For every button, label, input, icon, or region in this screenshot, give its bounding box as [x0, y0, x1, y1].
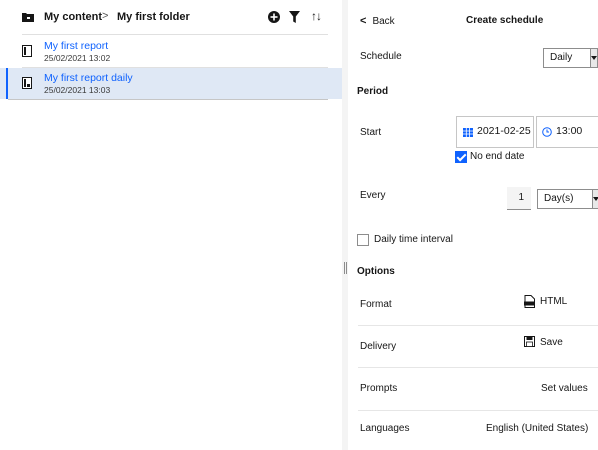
daily-interval-label: Daily time interval — [374, 234, 453, 245]
item-title[interactable]: My first report daily — [44, 72, 133, 84]
list-item-selected[interactable]: My first report daily 25/02/2021 13:03 — [0, 68, 342, 100]
filter-icon[interactable] — [289, 11, 300, 23]
breadcrumb: My content > My first folder ↑↓ — [0, 0, 342, 34]
period-heading: Period — [357, 86, 389, 97]
start-label: Start — [360, 127, 382, 138]
prompts-value[interactable]: Set values — [541, 383, 588, 394]
languages-label: Languages — [360, 423, 410, 434]
schedule-value: Daily — [550, 52, 573, 63]
html-file-icon — [524, 295, 535, 308]
every-number-input[interactable]: 1 — [507, 187, 531, 210]
schedule-panel: < Back Create schedule Schedule Daily Per… — [348, 0, 598, 450]
languages-value[interactable]: English (United States) — [486, 423, 588, 434]
no-end-date-checkbox[interactable] — [455, 151, 467, 163]
format-label: Format — [360, 299, 392, 310]
schedule-label: Schedule — [360, 51, 402, 62]
no-end-date-label: No end date — [470, 151, 525, 162]
format-value[interactable]: HTML — [540, 296, 567, 307]
daily-interval-checkbox[interactable] — [357, 234, 369, 246]
divider — [8, 99, 328, 100]
report-icon — [22, 45, 32, 57]
schedule-select[interactable]: Daily — [543, 48, 598, 68]
breadcrumb-root[interactable]: My content — [44, 11, 102, 23]
item-title[interactable]: My first report — [44, 40, 108, 52]
chevron-down-icon[interactable] — [592, 190, 598, 208]
prompts-label: Prompts — [360, 383, 398, 394]
item-date: 25/02/2021 13:02 — [44, 53, 111, 63]
every-label: Every — [360, 190, 386, 201]
calendar-icon — [463, 128, 473, 137]
chevron-left-icon: < — [360, 15, 367, 27]
start-date-field[interactable]: 2021-02-25 — [456, 116, 534, 148]
back-button[interactable]: < Back — [360, 15, 395, 27]
item-date: 25/02/2021 13:03 — [44, 85, 111, 95]
breadcrumb-current: My first folder — [117, 11, 190, 23]
divider — [22, 34, 328, 35]
splitter-grip-icon[interactable] — [344, 262, 345, 274]
delivery-label: Delivery — [360, 341, 397, 352]
every-unit-select[interactable]: Day(s) — [537, 189, 598, 209]
divider — [358, 367, 598, 368]
folder-icon — [22, 13, 34, 22]
breadcrumb-separator: > — [102, 10, 109, 22]
divider — [358, 410, 598, 411]
options-heading: Options — [357, 266, 395, 277]
start-time-value: 13:00 — [556, 125, 583, 137]
every-value: 1 — [518, 192, 524, 203]
content-pane: My content > My first folder ↑↓ My first… — [0, 0, 342, 450]
delivery-value[interactable]: Save — [540, 337, 563, 348]
start-date-value: 2021-02-25 — [477, 125, 531, 137]
add-icon[interactable] — [268, 11, 280, 23]
sort-icon[interactable]: ↑↓ — [311, 9, 322, 23]
report-view-icon — [22, 77, 32, 89]
selection-indicator — [6, 68, 8, 99]
panel-title: Create schedule — [466, 15, 544, 26]
start-time-field[interactable]: 13:00 — [536, 116, 598, 148]
clock-icon — [542, 127, 552, 137]
divider — [358, 325, 598, 326]
save-icon — [524, 336, 535, 347]
chevron-down-icon[interactable] — [590, 49, 597, 67]
every-unit-value: Day(s) — [544, 193, 574, 204]
list-item[interactable]: My first report 25/02/2021 13:02 — [0, 36, 342, 68]
back-label: Back — [372, 16, 395, 27]
